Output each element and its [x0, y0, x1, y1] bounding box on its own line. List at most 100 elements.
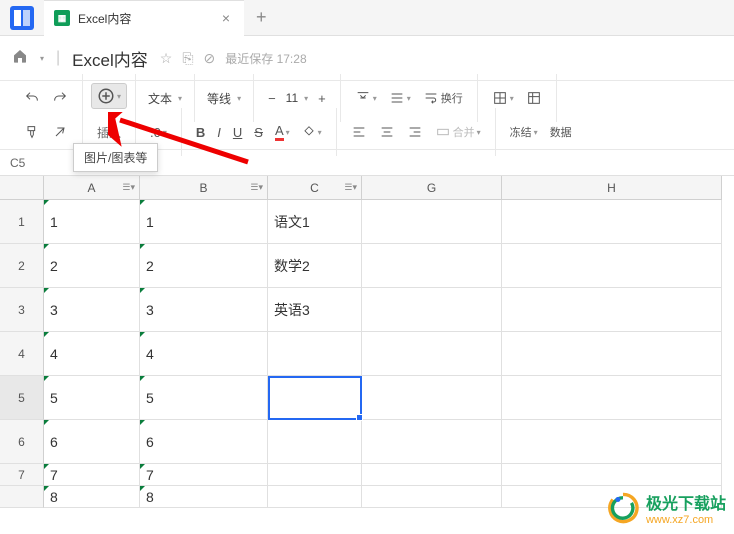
watermark-logo-icon	[606, 491, 640, 525]
cell[interactable]: 语文1	[268, 200, 362, 244]
saved-status: 最近保存 17:28	[225, 50, 306, 67]
move-icon[interactable]: ⎘	[182, 50, 193, 67]
cell[interactable]	[502, 464, 722, 486]
column-header[interactable]: B☰▾	[140, 176, 268, 200]
redo-button[interactable]	[46, 86, 74, 110]
cell[interactable]: 1	[140, 200, 268, 244]
row-header[interactable]: 1	[0, 200, 44, 244]
font-color-button[interactable]: A▾	[269, 119, 296, 145]
cell[interactable]	[362, 244, 502, 288]
row-header[interactable]	[0, 486, 44, 508]
wrap-button[interactable]: 换行	[417, 86, 469, 110]
row-header[interactable]: 2	[0, 244, 44, 288]
cell[interactable]: 3	[140, 288, 268, 332]
decrease-font-button[interactable]: −	[262, 87, 282, 110]
font-size-select[interactable]: 11▾	[282, 89, 312, 107]
document-title[interactable]: Excel内容	[72, 46, 148, 71]
cell[interactable]	[502, 244, 722, 288]
star-icon[interactable]: ☆	[160, 50, 173, 67]
filter-icon[interactable]: ☰▾	[122, 182, 135, 193]
cell[interactable]: 3	[44, 288, 140, 332]
border-button[interactable]: ▾	[486, 86, 520, 110]
cell[interactable]	[362, 376, 502, 420]
cell[interactable]	[268, 464, 362, 486]
format-painter-button[interactable]	[18, 120, 46, 144]
cell[interactable]	[362, 332, 502, 376]
cell[interactable]: 8	[140, 486, 268, 508]
halign-button[interactable]: ▾	[383, 86, 417, 110]
strike-button[interactable]: S	[248, 121, 269, 144]
cell[interactable]	[502, 288, 722, 332]
cell[interactable]	[502, 420, 722, 464]
select-all-corner[interactable]	[0, 176, 44, 200]
row-header[interactable]: 5	[0, 376, 44, 420]
insert-label: 插入	[91, 124, 127, 141]
cell[interactable]: 7	[140, 464, 268, 486]
cell[interactable]: 7	[44, 464, 140, 486]
underline-button[interactable]: U	[227, 121, 248, 144]
cell[interactable]	[268, 420, 362, 464]
row-header[interactable]: 6	[0, 420, 44, 464]
merge-button[interactable]: 合并▾	[429, 120, 487, 144]
freeze-pane-icon[interactable]	[520, 86, 548, 110]
row-header[interactable]: 7	[0, 464, 44, 486]
cell[interactable]: 2	[44, 244, 140, 288]
cell[interactable]	[362, 200, 502, 244]
row-header[interactable]: 3	[0, 288, 44, 332]
clear-format-button[interactable]	[46, 120, 74, 144]
cell[interactable]	[268, 486, 362, 508]
cell[interactable]	[268, 376, 362, 420]
app-logo[interactable]	[0, 6, 44, 30]
bold-button[interactable]: B	[190, 121, 211, 144]
column-header[interactable]: G	[362, 176, 502, 200]
format-select[interactable]: 文本▾	[144, 88, 186, 109]
home-icon[interactable]	[12, 48, 28, 69]
align-right-button[interactable]	[401, 120, 429, 144]
align-center-button[interactable]	[373, 120, 401, 144]
insert-button[interactable]: ▾	[91, 83, 127, 109]
cell[interactable]: 数学2	[268, 244, 362, 288]
row-header[interactable]: 4	[0, 332, 44, 376]
cell[interactable]: 6	[44, 420, 140, 464]
italic-button[interactable]: I	[211, 121, 227, 144]
increase-font-button[interactable]: +	[312, 87, 332, 110]
data-button[interactable]: 数据	[544, 120, 578, 144]
add-tab-button[interactable]: +	[244, 7, 279, 28]
fill-color-button[interactable]: ▾	[296, 121, 328, 143]
document-tab[interactable]: ▦ Excel内容 ×	[44, 0, 244, 36]
cell[interactable]: 5	[44, 376, 140, 420]
filter-icon[interactable]: ☰▾	[344, 182, 357, 193]
cell[interactable]	[362, 420, 502, 464]
cell[interactable]: 1	[44, 200, 140, 244]
freeze-button[interactable]: 冻结▾	[504, 120, 544, 144]
name-box[interactable]: C5	[0, 156, 44, 170]
filter-icon[interactable]: ☰▾	[250, 182, 263, 193]
column-header[interactable]: C☰▾▸	[268, 176, 362, 200]
chevron-down-icon[interactable]: ▾	[40, 54, 44, 63]
align-left-button[interactable]	[345, 120, 373, 144]
column-header[interactable]: A☰▾	[44, 176, 140, 200]
cell[interactable]	[362, 486, 502, 508]
cell[interactable]: 4	[140, 332, 268, 376]
cell[interactable]	[502, 332, 722, 376]
close-icon[interactable]: ×	[218, 10, 234, 26]
decimal-button[interactable]: .0▾	[144, 121, 173, 144]
cell[interactable]	[268, 332, 362, 376]
valign-button[interactable]: ▾	[349, 86, 383, 110]
cell[interactable]: 5	[140, 376, 268, 420]
font-select[interactable]: 等线▾	[203, 88, 245, 109]
toolbar: ▾ 图片/图表等 文本▾ 等线▾ − 11▾ + ▾ ▾ 换行 ▾	[0, 80, 734, 150]
cell[interactable]	[362, 288, 502, 332]
watermark-title: 极光下载站	[646, 490, 726, 514]
column-header[interactable]: H	[502, 176, 722, 200]
cell[interactable]	[502, 200, 722, 244]
cell[interactable]	[362, 464, 502, 486]
cell[interactable]: 8	[44, 486, 140, 508]
undo-button[interactable]	[18, 86, 46, 110]
cell[interactable]: 2	[140, 244, 268, 288]
cell[interactable]: 4	[44, 332, 140, 376]
insert-tooltip: 图片/图表等	[73, 143, 158, 172]
cell[interactable]: 6	[140, 420, 268, 464]
cell[interactable]: 英语3	[268, 288, 362, 332]
cell[interactable]	[502, 376, 722, 420]
